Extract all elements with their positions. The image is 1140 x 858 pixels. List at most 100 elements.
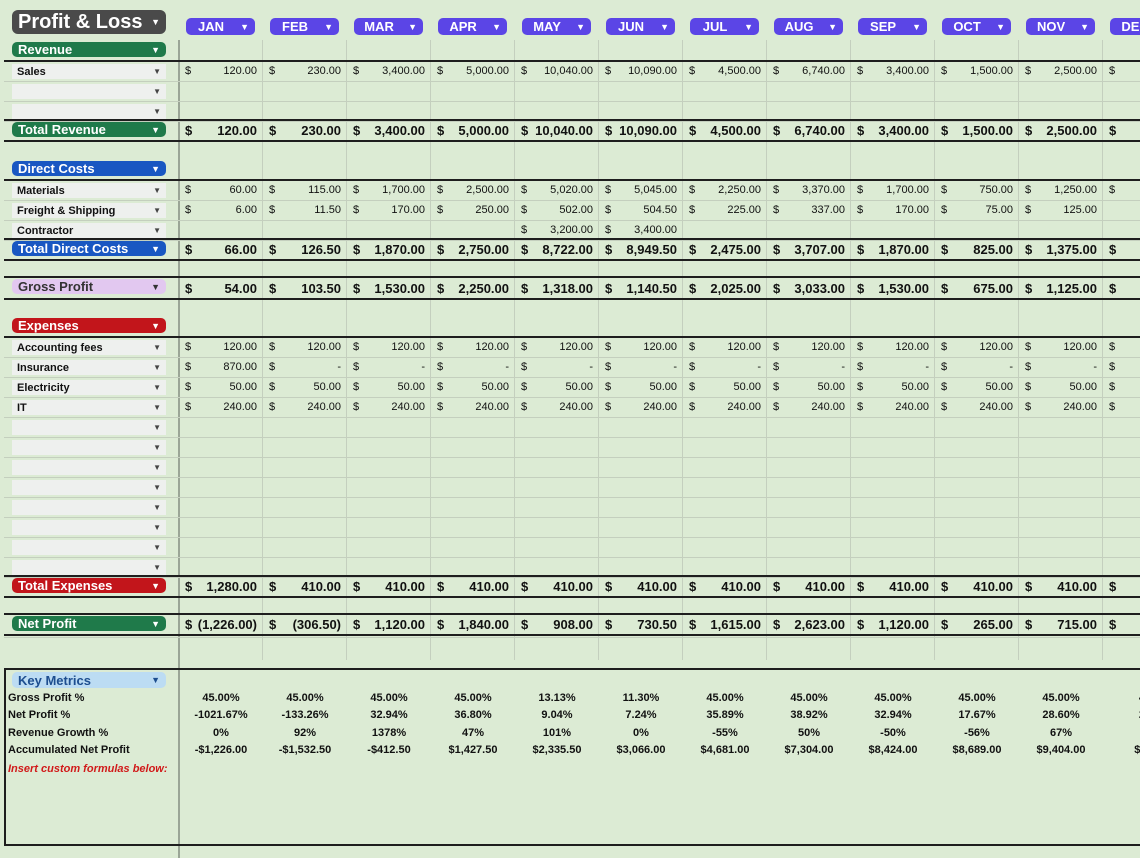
- value-cell[interactable]: $120.00: [431, 338, 515, 356]
- value-cell[interactable]: $5,020.00: [515, 181, 599, 199]
- value-cell[interactable]: $240.00: [599, 398, 683, 416]
- value-cell[interactable]: $240.00: [515, 398, 599, 416]
- value-cell[interactable]: $1,125.00: [1019, 278, 1103, 298]
- value-cell[interactable]: [683, 221, 767, 239]
- value-cell[interactable]: $1,280.00: [179, 576, 263, 596]
- value-cell[interactable]: $: [1103, 614, 1140, 634]
- value-cell[interactable]: $50.00: [263, 378, 347, 396]
- value-cell[interactable]: $1,120.00: [851, 614, 935, 634]
- value-cell[interactable]: [347, 221, 431, 239]
- value-cell[interactable]: $410.00: [347, 576, 431, 596]
- value-cell[interactable]: $75.00: [935, 201, 1019, 219]
- month-dropdown-apr[interactable]: APR ▼: [438, 18, 507, 35]
- expense-row-electricity[interactable]: Electricity ▼: [12, 380, 166, 395]
- direct-costs-section-dropdown[interactable]: Direct Costs ▼: [12, 161, 166, 176]
- value-cell[interactable]: $230.00: [263, 62, 347, 80]
- value-cell[interactable]: $908.00: [515, 614, 599, 634]
- expense-row-empty[interactable]: ▼: [12, 560, 166, 575]
- value-cell[interactable]: $240.00: [347, 398, 431, 416]
- value-cell[interactable]: $50.00: [179, 378, 263, 396]
- month-dropdown-dec[interactable]: DEC▼: [1110, 18, 1140, 35]
- value-cell[interactable]: $125.00: [1019, 201, 1103, 219]
- revenue-row-sales[interactable]: Sales ▼: [12, 64, 166, 79]
- value-cell[interactable]: $5,000.00: [431, 62, 515, 80]
- value-cell[interactable]: $3,707.00: [767, 239, 851, 259]
- value-cell[interactable]: [767, 221, 851, 239]
- value-cell[interactable]: $ -: [599, 358, 683, 376]
- value-cell[interactable]: $504.50: [599, 201, 683, 219]
- expense-row-empty[interactable]: ▼: [12, 480, 166, 495]
- value-cell[interactable]: $730.50: [599, 614, 683, 634]
- value-cell[interactable]: [431, 221, 515, 239]
- value-cell[interactable]: $2,475.00: [683, 239, 767, 259]
- value-cell[interactable]: $ (306.50): [263, 614, 347, 634]
- value-cell[interactable]: $3,400.00: [851, 62, 935, 80]
- value-cell[interactable]: $ -: [263, 358, 347, 376]
- expense-row-accounting-fees[interactable]: Accounting fees ▼: [12, 340, 166, 355]
- gross-profit-dropdown[interactable]: Gross Profit ▼: [12, 279, 166, 294]
- value-cell[interactable]: $410.00: [515, 576, 599, 596]
- value-cell[interactable]: $ (1,226.00): [179, 614, 263, 634]
- value-cell[interactable]: $8,722.00: [515, 239, 599, 259]
- value-cell[interactable]: $6,740.00: [767, 62, 851, 80]
- direct-cost-row-contractor[interactable]: Contractor ▼: [12, 223, 166, 238]
- value-cell[interactable]: $10,090.00: [599, 62, 683, 80]
- value-cell[interactable]: $ -: [515, 358, 599, 376]
- value-cell[interactable]: $225.00: [683, 201, 767, 219]
- revenue-section-dropdown[interactable]: Revenue ▼: [12, 42, 166, 57]
- value-cell[interactable]: $337.00: [767, 201, 851, 219]
- revenue-row-empty[interactable]: ▼: [12, 84, 166, 99]
- value-cell[interactable]: $230.00: [263, 120, 347, 140]
- value-cell[interactable]: $3,: [1103, 62, 1140, 80]
- value-cell[interactable]: $250.00: [431, 201, 515, 219]
- value-cell[interactable]: $10,090.00: [599, 120, 683, 140]
- month-dropdown-nov[interactable]: NOV ▼: [1026, 18, 1095, 35]
- month-dropdown-jan[interactable]: JAN ▼: [186, 18, 255, 35]
- month-dropdown-jun[interactable]: JUN ▼: [606, 18, 675, 35]
- value-cell[interactable]: $1,: [1103, 278, 1140, 298]
- value-cell[interactable]: $120.00: [347, 338, 431, 356]
- expense-row-insurance[interactable]: Insurance ▼: [12, 360, 166, 375]
- value-cell[interactable]: $120.00: [599, 338, 683, 356]
- value-cell[interactable]: [851, 221, 935, 239]
- value-cell[interactable]: $3,400.00: [347, 120, 431, 140]
- month-dropdown-jul[interactable]: JUL ▼: [690, 18, 759, 35]
- total-expenses-dropdown[interactable]: Total Expenses ▼: [12, 578, 166, 593]
- month-dropdown-mar[interactable]: MAR ▼: [354, 18, 423, 35]
- value-cell[interactable]: $2,500.00: [1019, 120, 1103, 140]
- value-cell[interactable]: $60.00: [179, 181, 263, 199]
- value-cell[interactable]: $50.00: [851, 378, 935, 396]
- value-cell[interactable]: $410.00: [1019, 576, 1103, 596]
- value-cell[interactable]: $410.00: [851, 576, 935, 596]
- value-cell[interactable]: [263, 221, 347, 239]
- value-cell[interactable]: $120.00: [179, 338, 263, 356]
- value-cell[interactable]: $10,040.00: [515, 120, 599, 140]
- value-cell[interactable]: $410.00: [767, 576, 851, 596]
- value-cell[interactable]: $ -: [1019, 358, 1103, 376]
- total-revenue-dropdown[interactable]: Total Revenue ▼: [12, 122, 166, 137]
- month-dropdown-sep[interactable]: SEP ▼: [858, 18, 927, 35]
- value-cell[interactable]: $8,949.50: [599, 239, 683, 259]
- value-cell[interactable]: $66.00: [179, 239, 263, 259]
- value-cell[interactable]: $240.00: [767, 398, 851, 416]
- value-cell[interactable]: $265.00: [935, 614, 1019, 634]
- value-cell[interactable]: $240.00: [431, 398, 515, 416]
- value-cell[interactable]: $1,870.00: [851, 239, 935, 259]
- value-cell[interactable]: $ -: [767, 358, 851, 376]
- value-cell[interactable]: $3,200.00: [515, 221, 599, 239]
- value-cell[interactable]: $50.00: [347, 378, 431, 396]
- value-cell[interactable]: $120.00: [935, 338, 1019, 356]
- value-cell[interactable]: $50.00: [515, 378, 599, 396]
- value-cell[interactable]: $1,120.00: [347, 614, 431, 634]
- value-cell[interactable]: $170.00: [347, 201, 431, 219]
- value-cell[interactable]: $675.00: [935, 278, 1019, 298]
- revenue-row-empty[interactable]: ▼: [12, 104, 166, 119]
- value-cell[interactable]: $: [1103, 398, 1140, 416]
- value-cell[interactable]: [1019, 221, 1103, 239]
- value-cell[interactable]: $2,250.00: [683, 181, 767, 199]
- value-cell[interactable]: $2,500.00: [431, 181, 515, 199]
- expense-row-empty[interactable]: ▼: [12, 520, 166, 535]
- value-cell[interactable]: $120.00: [683, 338, 767, 356]
- spreadsheet[interactable]: Profit & Loss ▼ JAN ▼ FEB ▼ MAR ▼ APR ▼ MAY ▼ JUN ▼…: [0, 0, 1140, 858]
- value-cell[interactable]: $410.00: [431, 576, 515, 596]
